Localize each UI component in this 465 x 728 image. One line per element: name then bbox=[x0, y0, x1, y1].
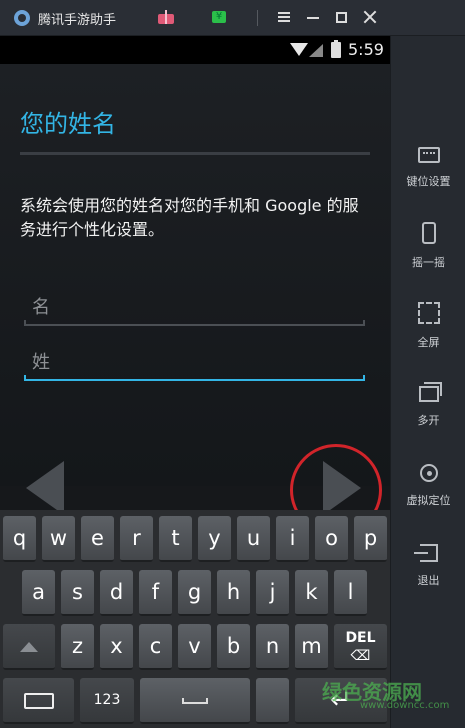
key-j[interactable]: j bbox=[256, 570, 289, 616]
key-p[interactable]: p bbox=[354, 516, 387, 562]
titlebar-divider bbox=[257, 10, 258, 26]
key-t[interactable]: t bbox=[159, 516, 192, 562]
key-u[interactable]: u bbox=[237, 516, 270, 562]
key-d[interactable]: d bbox=[100, 570, 133, 616]
key-w[interactable]: w bbox=[42, 516, 75, 562]
sidebar-item-shake[interactable]: 摇一摇 bbox=[391, 222, 465, 292]
key-c[interactable]: c bbox=[139, 624, 172, 670]
wifi-icon bbox=[290, 43, 308, 57]
sidebar-label: 全屏 bbox=[417, 336, 440, 349]
keyboard-icon bbox=[23, 693, 54, 709]
key-f[interactable]: f bbox=[139, 570, 172, 616]
back-arrow-button[interactable] bbox=[26, 461, 64, 515]
key-r[interactable]: r bbox=[120, 516, 153, 562]
sidebar-item-virtual-location[interactable]: 虚拟定位 bbox=[391, 462, 465, 532]
key-e[interactable]: e bbox=[81, 516, 114, 562]
fullscreen-icon bbox=[417, 302, 440, 324]
yen-icon[interactable]: ¥ bbox=[212, 11, 226, 23]
page-description: 系统会使用您的姓名对您的手机和 Google 的服务进行个性化设置。 bbox=[20, 196, 359, 239]
sidebar-label: 键位设置 bbox=[406, 175, 451, 188]
sidebar-item-multi-instance[interactable]: 多开 bbox=[391, 382, 465, 452]
keyboard-settings-key[interactable] bbox=[3, 678, 74, 724]
app-title: 腾讯手游助手 bbox=[38, 13, 117, 28]
period-key[interactable] bbox=[256, 678, 289, 724]
space-key[interactable] bbox=[140, 678, 250, 724]
watermark-url: www.downcc.com bbox=[360, 700, 450, 711]
sidebar-item-key-mapping[interactable]: 键位设置 bbox=[391, 144, 465, 214]
battery-icon bbox=[331, 40, 341, 58]
shift-key[interactable] bbox=[3, 624, 55, 670]
first-name-input[interactable] bbox=[24, 292, 365, 322]
android-screen: 5:59 您的姓名 系统会使用您的姓名对您的手机和 Google 的服务进行个性… bbox=[0, 36, 390, 728]
key-n[interactable]: n bbox=[256, 624, 289, 670]
last-name-field-wrapper bbox=[24, 347, 365, 381]
key-k[interactable]: k bbox=[295, 570, 328, 616]
key-g[interactable]: g bbox=[178, 570, 211, 616]
space-bar-icon bbox=[182, 698, 208, 704]
key-l[interactable]: l bbox=[334, 570, 367, 616]
window-titlebar: 腾讯手游助手 ¥ bbox=[0, 0, 465, 36]
sidebar-label: 摇一摇 bbox=[412, 256, 445, 269]
page-title: 您的姓名 bbox=[20, 110, 116, 138]
sidebar-label: 退出 bbox=[417, 574, 440, 587]
title-divider bbox=[20, 152, 370, 155]
sidebar-label: 多开 bbox=[417, 414, 440, 427]
key-i[interactable]: i bbox=[276, 516, 309, 562]
key-s[interactable]: s bbox=[61, 570, 94, 616]
key-q[interactable]: q bbox=[3, 516, 36, 562]
gift-icon[interactable] bbox=[158, 10, 174, 24]
numeric-key[interactable]: 123 bbox=[80, 678, 134, 724]
location-icon bbox=[419, 464, 438, 482]
status-bar: 5:59 bbox=[0, 36, 390, 64]
backspace-icon: ⌫ bbox=[350, 648, 371, 664]
keyboard-icon bbox=[417, 147, 440, 163]
signal-icon bbox=[309, 44, 323, 57]
maximize-icon[interactable] bbox=[336, 12, 347, 23]
multi-window-icon bbox=[418, 382, 442, 402]
sidebar-label: 虚拟定位 bbox=[406, 494, 451, 507]
key-h[interactable]: h bbox=[217, 570, 250, 616]
delete-key[interactable]: DEL ⌫ bbox=[334, 624, 387, 670]
sidebar-item-fullscreen[interactable]: 全屏 bbox=[391, 302, 465, 372]
menu-icon[interactable] bbox=[278, 12, 290, 22]
first-name-field-wrapper bbox=[24, 292, 365, 326]
key-v[interactable]: v bbox=[178, 624, 211, 670]
key-z[interactable]: z bbox=[61, 624, 94, 670]
minimize-icon[interactable] bbox=[307, 17, 319, 19]
key-m[interactable]: m bbox=[295, 624, 328, 670]
setup-content: 您的姓名 系统会使用您的姓名对您的手机和 Google 的服务进行个性化设置。 bbox=[0, 64, 390, 536]
key-y[interactable]: y bbox=[198, 516, 231, 562]
key-a[interactable]: a bbox=[22, 570, 55, 616]
shift-arrow-icon bbox=[20, 642, 38, 652]
last-name-input[interactable] bbox=[24, 347, 365, 377]
key-b[interactable]: b bbox=[217, 624, 250, 670]
app-logo-icon bbox=[14, 10, 30, 26]
status-time: 5:59 bbox=[348, 40, 384, 59]
emulator-sidebar: 键位设置 摇一摇 全屏 多开 虚拟定位 退出 bbox=[390, 36, 465, 728]
delete-label: DEL bbox=[345, 630, 376, 646]
key-o[interactable]: o bbox=[315, 516, 348, 562]
close-icon[interactable] bbox=[363, 10, 377, 24]
sidebar-item-exit[interactable]: 退出 bbox=[391, 542, 465, 612]
exit-icon bbox=[413, 544, 438, 562]
shake-phone-icon bbox=[421, 222, 436, 244]
key-x[interactable]: x bbox=[100, 624, 133, 670]
